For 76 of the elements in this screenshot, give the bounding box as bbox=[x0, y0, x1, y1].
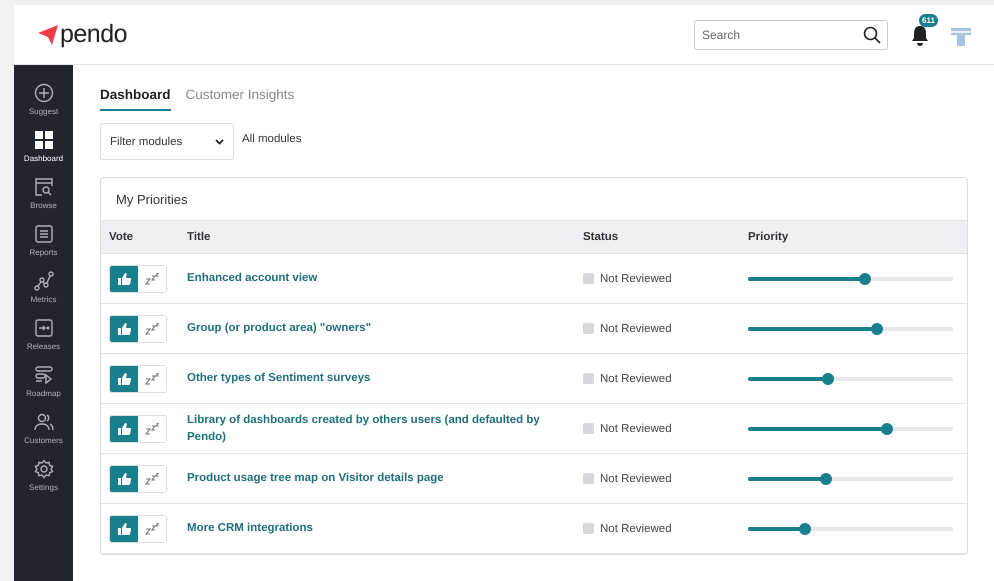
search-icon bbox=[863, 26, 881, 44]
thumbs-up-icon bbox=[118, 472, 130, 484]
item-title-link[interactable]: Other types of Sentiment surveys bbox=[187, 370, 567, 387]
status-checkbox[interactable] bbox=[583, 473, 594, 484]
sidebar-item[interactable]: Suggest bbox=[14, 83, 73, 116]
sidebar-item[interactable]: Roadmap bbox=[14, 365, 73, 398]
upvote-button[interactable] bbox=[110, 466, 138, 492]
thumbs-up-icon bbox=[118, 522, 130, 534]
item-title-link[interactable]: Enhanced account view bbox=[187, 270, 567, 287]
status-checkbox[interactable] bbox=[583, 373, 594, 384]
snooze-icon bbox=[145, 522, 159, 534]
slider-thumb[interactable] bbox=[799, 522, 812, 534]
tab[interactable]: Customer Insights bbox=[186, 85, 294, 111]
tab[interactable]: Dashboard bbox=[100, 85, 171, 111]
sidebar-item[interactable]: Settings bbox=[14, 459, 73, 492]
plus-circle-icon bbox=[34, 83, 54, 103]
slider-thumb[interactable] bbox=[881, 422, 894, 434]
status-checkbox[interactable] bbox=[583, 273, 594, 284]
slider-thumb[interactable] bbox=[820, 472, 832, 484]
sidebar-item[interactable]: Dashboard bbox=[14, 130, 73, 163]
search-field[interactable]: Search bbox=[694, 20, 888, 50]
chevron-icon bbox=[215, 138, 224, 144]
upvote-button[interactable] bbox=[110, 316, 138, 342]
column-header: Priority bbox=[740, 220, 967, 254]
snooze-icon bbox=[145, 422, 159, 434]
status-text: Not Reviewed bbox=[600, 372, 672, 384]
upvote-button[interactable] bbox=[110, 266, 138, 292]
snooze-icon bbox=[145, 272, 159, 284]
sidebar-item[interactable]: Releases bbox=[14, 318, 73, 351]
status-text: Not Reviewed bbox=[600, 422, 672, 434]
status-checkbox[interactable] bbox=[583, 523, 594, 534]
snooze-icon bbox=[145, 372, 159, 384]
sidebar-item[interactable]: Metrics bbox=[14, 271, 73, 304]
sidebar-item[interactable]: Reports bbox=[14, 224, 73, 257]
filter-dropdown[interactable]: Filter modules bbox=[100, 123, 234, 160]
upvote-button[interactable] bbox=[110, 516, 138, 542]
status-text: Not Reviewed bbox=[600, 322, 672, 334]
upvote-button[interactable] bbox=[110, 366, 138, 392]
status-text: Not Reviewed bbox=[600, 522, 672, 534]
slider-thumb[interactable] bbox=[858, 272, 871, 284]
thumbs-up-icon bbox=[118, 272, 130, 284]
logo-text: pendo bbox=[60, 20, 128, 49]
status-checkbox[interactable] bbox=[583, 423, 594, 434]
column-header: Vote bbox=[101, 220, 179, 254]
status-text: Not Reviewed bbox=[600, 272, 672, 284]
sidebar-item[interactable]: Customers bbox=[14, 412, 73, 445]
document-icon bbox=[34, 224, 54, 244]
grid-icon bbox=[34, 130, 54, 150]
status-checkbox[interactable] bbox=[583, 323, 594, 334]
upvote-button[interactable] bbox=[110, 416, 138, 442]
item-title-link[interactable]: Product usage tree map on Visitor details page bbox=[187, 470, 567, 487]
settings-icon bbox=[34, 459, 54, 479]
snooze-icon bbox=[145, 472, 159, 484]
notification-badge: 611 bbox=[919, 14, 938, 26]
column-header: Title bbox=[179, 220, 575, 254]
filter-value: All modules bbox=[242, 133, 302, 145]
window-search-icon bbox=[34, 177, 54, 197]
card-title: My Priorities bbox=[115, 191, 189, 209]
thumbs-up-icon bbox=[118, 372, 130, 384]
arrow-box-icon bbox=[34, 318, 54, 338]
slider-thumb[interactable] bbox=[822, 372, 834, 384]
logo-icon bbox=[36, 24, 58, 44]
bell-icon[interactable] bbox=[910, 24, 930, 46]
layers-icon bbox=[34, 365, 54, 385]
status-text: Not Reviewed bbox=[600, 472, 672, 484]
item-title-link[interactable]: Library of dashboards created by others users (and defaulted by Pendo) bbox=[187, 412, 567, 446]
column-header: Status bbox=[575, 220, 740, 254]
item-title-link[interactable]: Group (or product area) "owners" bbox=[187, 320, 567, 337]
people-icon bbox=[34, 412, 54, 432]
item-title-link[interactable]: More CRM integrations bbox=[187, 520, 567, 537]
thumbs-up-icon bbox=[118, 322, 130, 334]
nodes-icon bbox=[34, 271, 54, 291]
thumbs-up-icon bbox=[118, 422, 130, 434]
sidebar-item[interactable]: Browse bbox=[14, 177, 73, 210]
slider-thumb[interactable] bbox=[871, 322, 884, 334]
snooze-icon bbox=[145, 322, 159, 334]
